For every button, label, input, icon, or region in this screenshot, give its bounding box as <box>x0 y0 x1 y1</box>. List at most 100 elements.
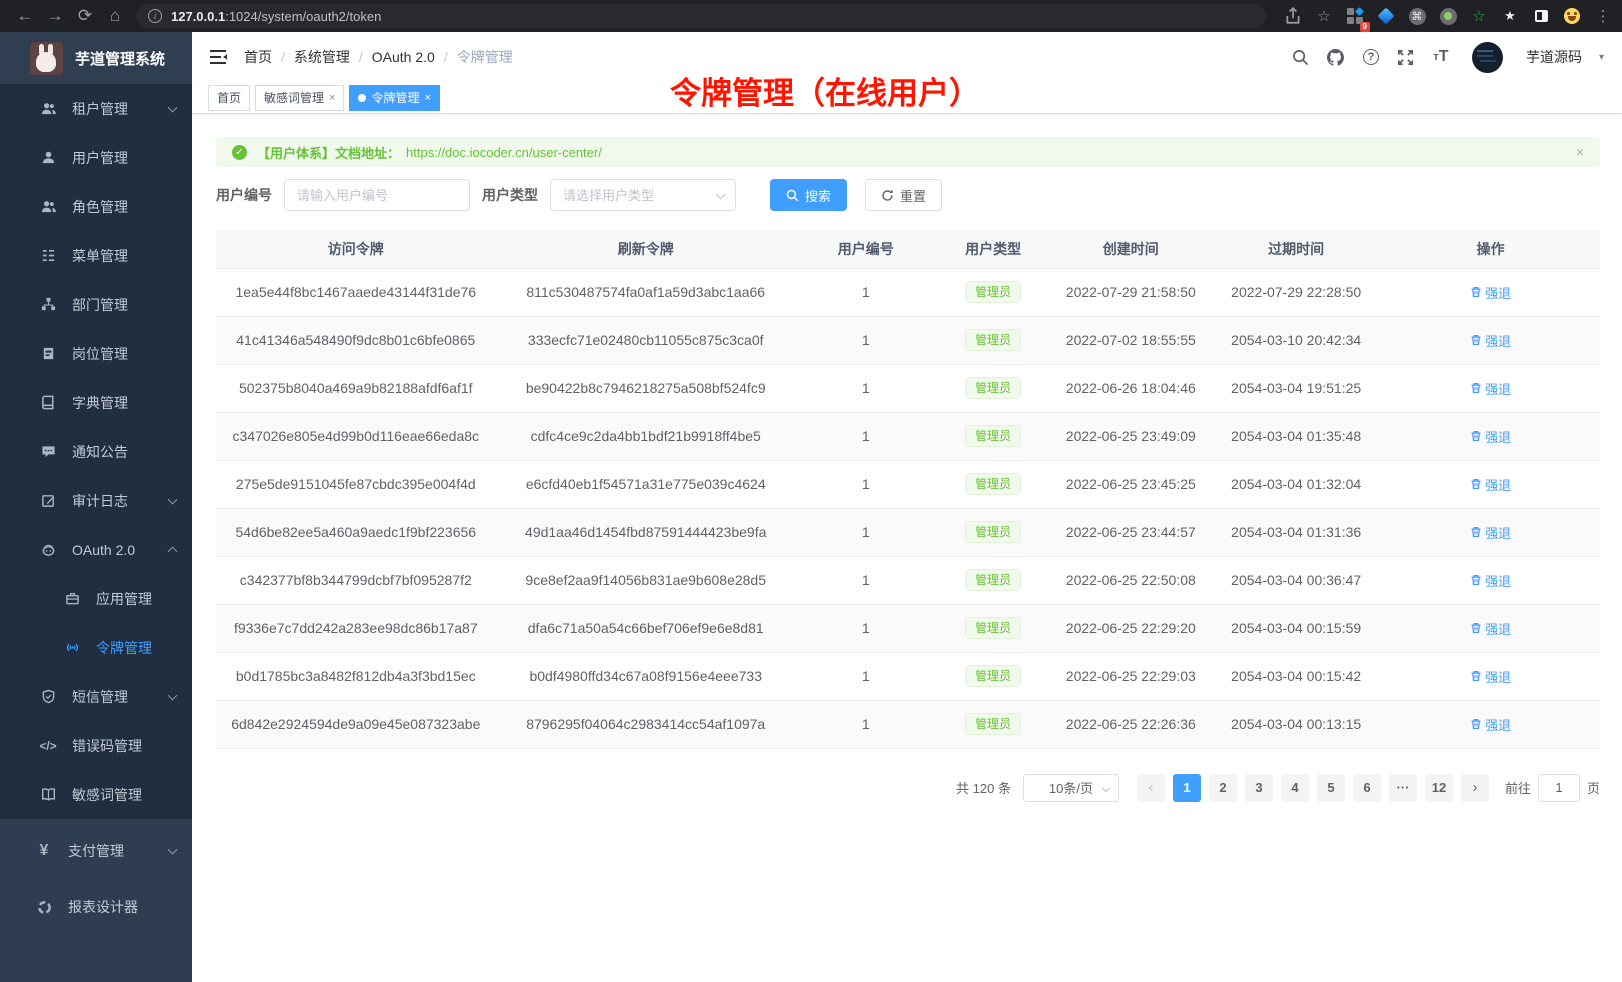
force-logout-button[interactable]: 强退 <box>1470 427 1511 446</box>
force-logout-button[interactable]: 强退 <box>1470 715 1511 734</box>
bookmark-star-icon[interactable]: ☆ <box>1315 7 1333 25</box>
page-button-3[interactable]: 3 <box>1245 774 1273 802</box>
font-size-icon[interactable]: тT <box>1431 47 1451 67</box>
fullscreen-icon[interactable] <box>1396 47 1416 67</box>
help-icon[interactable]: ? <box>1361 47 1381 67</box>
pinwheel-extension-icon[interactable]: ★ <box>1501 7 1519 25</box>
tab-token-manage[interactable]: 令牌管理× <box>349 85 439 111</box>
close-icon[interactable]: × <box>424 92 430 104</box>
sidebar-item-dict[interactable]: 字典管理 <box>0 378 192 427</box>
page-button-12[interactable]: 12 <box>1425 774 1453 802</box>
table-row: 6d842e2924594de9a09e45e087323abe8796295f… <box>216 700 1600 748</box>
sidebar-item-oauth[interactable]: OAuth 2.0 <box>0 525 192 574</box>
user-avatar[interactable] <box>1472 42 1503 73</box>
browser-back-icon[interactable]: ← <box>10 3 40 29</box>
profile-emoji-icon[interactable] <box>1563 7 1581 25</box>
page-button-1[interactable]: 1 <box>1173 774 1201 802</box>
user-id-input[interactable] <box>284 179 470 211</box>
sidebar-item-menu-manage[interactable]: 菜单管理 <box>0 231 192 280</box>
browser-forward-icon[interactable]: → <box>40 3 70 29</box>
user-type-select-input[interactable] <box>550 179 736 211</box>
tab-sensitive-word[interactable]: 敏感词管理× <box>255 85 344 111</box>
site-info-icon[interactable]: i <box>148 9 162 23</box>
github-icon[interactable] <box>1326 47 1346 67</box>
goto-page-input[interactable] <box>1538 774 1580 802</box>
page-button-4[interactable]: 4 <box>1281 774 1309 802</box>
sidebar-item-report-designer[interactable]: 报表设计器 <box>0 879 192 935</box>
browser-reload-icon[interactable]: ⟳ <box>70 3 100 29</box>
user-type-badge: 管理员 <box>965 617 1021 639</box>
segmented-circle-icon <box>36 899 52 915</box>
green-star-extension-icon[interactable]: ☆ <box>1470 7 1488 25</box>
force-logout-button[interactable]: 强退 <box>1470 331 1511 350</box>
force-logout-button[interactable]: 强退 <box>1470 523 1511 542</box>
robot-icon <box>40 542 56 558</box>
sidebar-item-sms[interactable]: 短信管理 <box>0 672 192 721</box>
breadcrumb-home[interactable]: 首页 <box>244 47 272 67</box>
force-logout-button[interactable]: 强退 <box>1470 379 1511 398</box>
search-button[interactable]: 搜索 <box>770 179 847 211</box>
page-ellipsis[interactable]: ··· <box>1389 774 1417 802</box>
force-logout-button[interactable]: 强退 <box>1470 619 1511 638</box>
force-logout-button[interactable]: 强退 <box>1470 571 1511 590</box>
chevron-down-icon <box>168 690 178 700</box>
sidebar-item-dept[interactable]: 部门管理 <box>0 280 192 329</box>
browser-menu-icon[interactable]: ⋮ <box>1594 7 1612 25</box>
sidebar-item-pay[interactable]: ¥ 支付管理 <box>0 823 192 879</box>
breadcrumb-oauth[interactable]: OAuth 2.0 <box>372 49 435 65</box>
reset-button[interactable]: 重置 <box>865 179 942 211</box>
alert-close-icon[interactable]: × <box>1576 144 1584 160</box>
gem-extension-icon[interactable] <box>1377 7 1395 25</box>
search-icon[interactable] <box>1291 47 1311 67</box>
page-button-6[interactable]: 6 <box>1353 774 1381 802</box>
sidebar-item-tenant[interactable]: 租户管理 <box>0 84 192 133</box>
username[interactable]: 芋道源码 <box>1526 47 1582 67</box>
sidebar-item-post[interactable]: 岗位管理 <box>0 329 192 378</box>
breadcrumb-system[interactable]: 系统管理 <box>294 47 350 67</box>
user-caret-icon[interactable]: ▾ <box>1599 52 1604 63</box>
user-type-badge: 管理员 <box>965 425 1021 447</box>
force-logout-button[interactable]: 强退 <box>1470 283 1511 302</box>
sidebar-item-errcode[interactable]: </> 错误码管理 <box>0 721 192 770</box>
force-logout-button[interactable]: 强退 <box>1470 475 1511 494</box>
address-bar[interactable]: i 127.0.0.1:1024/system/oauth2/token <box>136 4 1266 28</box>
sidebar-item-role[interactable]: 角色管理 <box>0 182 192 231</box>
page-button-5[interactable]: 5 <box>1317 774 1345 802</box>
recorder-extension-icon[interactable] <box>1439 7 1457 25</box>
force-logout-button[interactable]: 强退 <box>1470 667 1511 686</box>
user-type-badge: 管理员 <box>965 713 1021 735</box>
sidebar-item-sensitive-word[interactable]: 敏感词管理 <box>0 770 192 819</box>
close-icon[interactable]: × <box>329 92 335 104</box>
sidebar-item-oauth-token[interactable]: 令牌管理 <box>0 623 192 672</box>
next-page-button[interactable]: › <box>1461 774 1489 802</box>
tab-home[interactable]: 首页 <box>208 85 250 111</box>
edit-note-icon <box>40 493 56 509</box>
browser-toolbar: ← → ⟳ ⌂ i 127.0.0.1:1024/system/oauth2/t… <box>0 0 1622 32</box>
url-path: :1024/system/oauth2/token <box>225 9 381 24</box>
side-panel-icon[interactable] <box>1532 7 1550 25</box>
sidebar-item-user[interactable]: 用户管理 <box>0 133 192 182</box>
id-badge-icon <box>40 346 56 362</box>
user-type-select[interactable] <box>550 179 736 211</box>
logo[interactable]: 芋道管理系统 <box>0 32 192 84</box>
total-count: 共 120 条 <box>956 778 1011 797</box>
hamburger-icon[interactable] <box>208 47 228 67</box>
extension-grid-icon[interactable]: 9 <box>1346 7 1364 25</box>
page-size-select[interactable]: 10条/页 <box>1023 774 1119 802</box>
sidebar-section-extra: ¥ 支付管理 报表设计器 <box>0 819 192 982</box>
page-button-2[interactable]: 2 <box>1209 774 1237 802</box>
app-title: 芋道管理系统 <box>75 48 165 69</box>
sidebar-item-oauth-app[interactable]: 应用管理 <box>0 574 192 623</box>
sidebar-item-notice[interactable]: 通知公告 <box>0 427 192 476</box>
doc-link[interactable]: https://doc.iocoder.cn/user-center/ <box>406 145 602 160</box>
browser-home-icon[interactable]: ⌂ <box>100 3 130 29</box>
token-table: 访问令牌 刷新令牌 用户编号 用户类型 创建时间 过期时间 操作 1ea5e44… <box>216 230 1600 749</box>
command-extension-icon[interactable]: ⌘ <box>1408 7 1426 25</box>
table-row: b0d1785bc3a8482f812db4a3f3bd15ecb0df4980… <box>216 652 1600 700</box>
extension-badge: 9 <box>1360 22 1370 32</box>
sidebar-item-audit[interactable]: 审计日志 <box>0 476 192 525</box>
goto-suffix: 页 <box>1587 778 1600 797</box>
prev-page-button[interactable]: ‹ <box>1137 774 1165 802</box>
pagination: 共 120 条 10条/页 ‹ 1 2 3 4 5 6 ··· 12 › 前往 … <box>216 774 1600 802</box>
share-icon[interactable] <box>1284 7 1302 25</box>
